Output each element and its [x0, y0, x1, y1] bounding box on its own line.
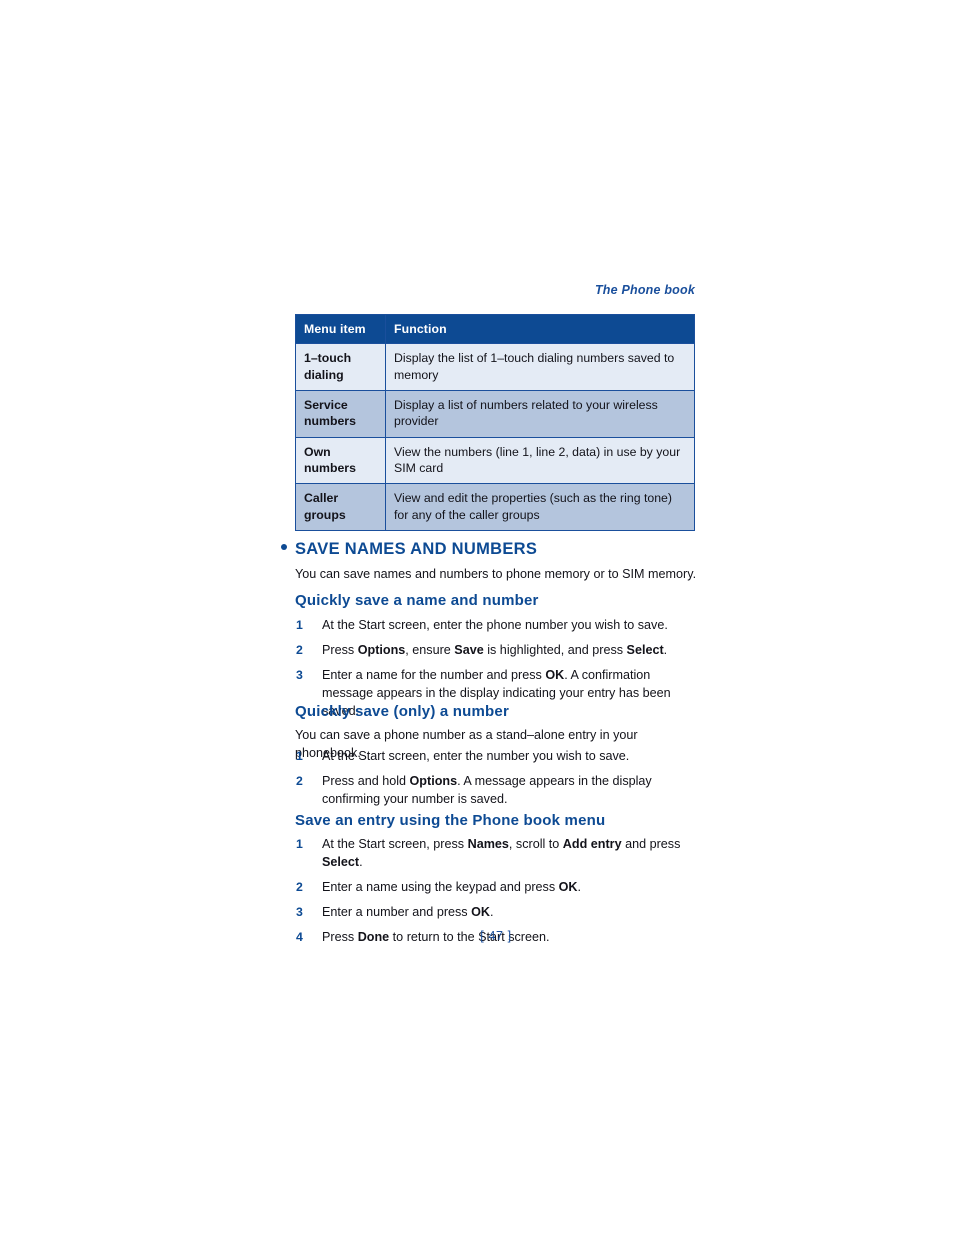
- menu-items-table: Menu item Function 1–touch dialing Displ…: [295, 313, 695, 532]
- page-number: [ 47 ]: [480, 929, 512, 943]
- running-header: The Phone book: [594, 283, 695, 297]
- table-row: Own numbers View the numbers (line 1, li…: [295, 436, 695, 485]
- table-row: 1–touch dialing Display the list of 1–to…: [295, 343, 695, 392]
- table-header: Menu item Function: [295, 313, 695, 345]
- cell-function: View the numbers (line 1, line 2, data) …: [385, 436, 695, 485]
- table-header-row: Menu item Function: [295, 313, 695, 345]
- step-number: 1: [296, 837, 303, 851]
- table-row: Service numbers Display a list of number…: [295, 390, 695, 438]
- document-page: The Phone book Menu item Function 1–touc…: [0, 0, 954, 1235]
- step-number: 2: [296, 773, 303, 788]
- step-text: Press and hold Options. A message appear…: [322, 773, 652, 806]
- step-list-quickly-save-only-a-number: 1 At the Start screen, enter the number …: [295, 748, 697, 809]
- column-header-menu-item: Menu item: [295, 313, 386, 345]
- list-item: 1 At the Start screen, enter the number …: [295, 748, 697, 766]
- column-header-function: Function: [385, 313, 695, 345]
- step-text: Enter a name using the keypad and press …: [322, 879, 582, 894]
- step-text: At the Start screen, press Names, scroll…: [322, 837, 681, 869]
- cell-function: Display the list of 1–touch dialing numb…: [385, 343, 695, 392]
- step-number: 1: [296, 749, 303, 763]
- cell-menu-item: Own numbers: [295, 436, 386, 485]
- table-body: 1–touch dialing Display the list of 1–to…: [295, 343, 695, 532]
- table-row: Caller groups View and edit the properti…: [295, 483, 695, 532]
- step-number: 3: [296, 904, 303, 919]
- step-number: 2: [296, 642, 303, 657]
- list-item: 1 At the Start screen, enter the phone n…: [295, 617, 697, 635]
- section-title: SAVE NAMES AND NUMBERS: [281, 540, 537, 559]
- cell-menu-item: 1–touch dialing: [295, 343, 386, 392]
- step-text: At the Start screen, enter the number yo…: [322, 749, 630, 763]
- list-item: 3 Enter a number and press OK.: [295, 904, 697, 922]
- subsection-heading-quickly-save-only-a-number: Quickly save (only) a number: [295, 703, 510, 720]
- cell-function: View and edit the properties (such as th…: [385, 483, 695, 532]
- subsection-heading-save-entry-phone-book-menu: Save an entry using the Phone book menu: [295, 812, 606, 829]
- step-number: 2: [296, 879, 303, 894]
- step-number: 3: [296, 667, 303, 682]
- step-text: Press Options, ensure Save is highlighte…: [322, 642, 668, 657]
- list-item: 2 Press Options, ensure Save is highligh…: [295, 642, 697, 660]
- bullet-icon: [281, 544, 287, 550]
- cell-menu-item: Caller groups: [295, 483, 386, 532]
- cell-function: Display a list of numbers related to you…: [385, 390, 695, 438]
- step-number: 1: [296, 618, 303, 632]
- step-text: At the Start screen, enter the phone num…: [322, 618, 668, 632]
- list-item: 2 Press and hold Options. A message appe…: [295, 773, 697, 809]
- list-item: 1 At the Start screen, press Names, scro…: [295, 836, 697, 872]
- subsection-heading-quickly-save-name-and-number: Quickly save a name and number: [295, 592, 539, 609]
- step-text: Enter a number and press OK.: [322, 904, 494, 919]
- cell-menu-item: Service numbers: [295, 390, 386, 438]
- list-item: 2 Enter a name using the keypad and pres…: [295, 879, 697, 897]
- section-intro-paragraph: You can save names and numbers to phone …: [295, 567, 697, 581]
- section-title-text: SAVE NAMES AND NUMBERS: [295, 540, 538, 558]
